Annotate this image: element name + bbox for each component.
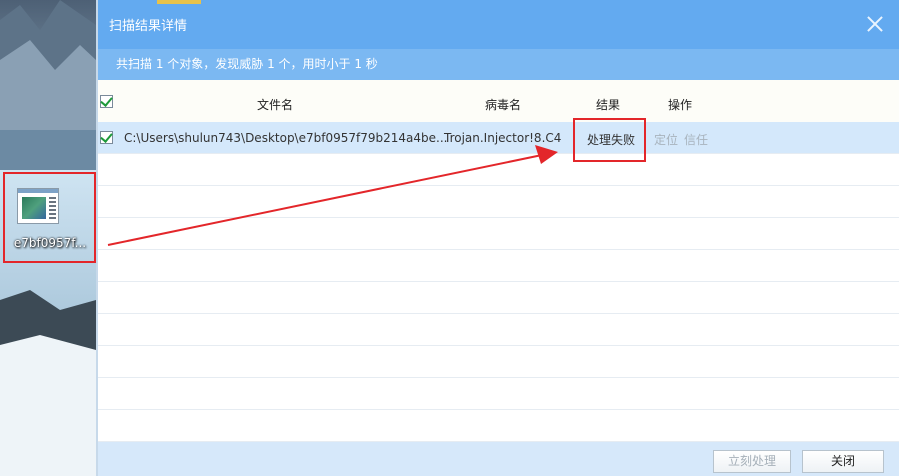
checkmark-icon bbox=[100, 130, 113, 143]
table-row bbox=[96, 378, 899, 410]
trust-link[interactable]: 信任 bbox=[684, 131, 708, 148]
summary-bar: 共扫描 1 个对象，发现威胁 1 个，用时小于 1 秒 bbox=[96, 49, 899, 80]
table-row bbox=[96, 186, 899, 218]
dialog-border bbox=[96, 0, 98, 476]
column-header-virus-name: 病毒名 bbox=[485, 98, 522, 112]
dialog-title: 扫描结果详情 bbox=[109, 19, 188, 34]
table-row bbox=[96, 154, 899, 186]
file-thumbnail-icon bbox=[17, 188, 59, 224]
file-path-cell: C:\Users\shulun743\Desktop\e7bf0957f79b2… bbox=[124, 131, 448, 145]
virus-name-cell: Trojan.Injector!8.C4 bbox=[444, 131, 562, 145]
table-row bbox=[96, 282, 899, 314]
table-row bbox=[96, 346, 899, 378]
title-bar: 扫描结果详情 bbox=[96, 0, 899, 49]
table-row[interactable]: C:\Users\shulun743\Desktop\e7bf0957f79b2… bbox=[96, 118, 899, 162]
scan-summary: 共扫描 1 个对象，发现威胁 1 个，用时小于 1 秒 bbox=[116, 57, 378, 71]
row-checkbox[interactable] bbox=[100, 130, 113, 144]
scan-results-dialog: 扫描结果详情 共扫描 1 个对象，发现威胁 1 个，用时小于 1 秒 文件名 病… bbox=[96, 0, 899, 476]
close-button[interactable]: 关闭 bbox=[802, 450, 884, 473]
checkmark-icon bbox=[100, 94, 113, 107]
desktop-file-icon[interactable]: e7bf0957f... bbox=[3, 172, 96, 263]
handle-now-button[interactable]: 立刻处理 bbox=[713, 450, 791, 473]
table-row bbox=[96, 314, 899, 346]
desktop-partial-icon bbox=[157, 0, 201, 4]
column-header-file-name: 文件名 bbox=[257, 98, 294, 112]
column-header-result: 结果 bbox=[596, 98, 621, 112]
desktop-background: e7bf0957f... bbox=[0, 0, 96, 476]
close-icon[interactable] bbox=[865, 14, 885, 34]
table-row bbox=[96, 218, 899, 250]
table-row bbox=[96, 410, 899, 442]
column-header-action: 操作 bbox=[668, 98, 693, 112]
desktop-icon-label: e7bf0957f... bbox=[13, 236, 87, 250]
table-header: 文件名 病毒名 结果 操作 bbox=[96, 80, 899, 123]
dialog-footer: 立刻处理 关闭 bbox=[96, 442, 899, 476]
locate-link[interactable]: 定位 bbox=[654, 131, 678, 148]
select-all-checkbox[interactable] bbox=[100, 94, 113, 108]
results-table: 文件名 病毒名 结果 操作 C:\Users\shulun743\Desktop… bbox=[96, 80, 899, 442]
table-row bbox=[96, 250, 899, 282]
